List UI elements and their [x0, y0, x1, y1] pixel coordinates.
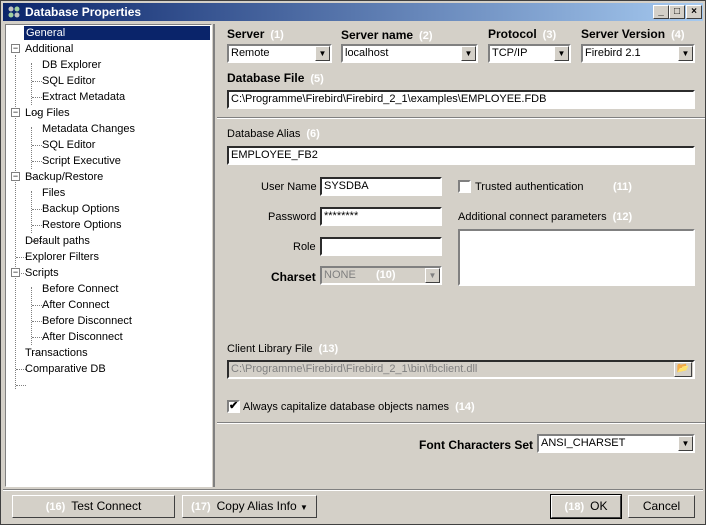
tree-item-log-files[interactable]: Log Files — [25, 106, 70, 120]
cancel-button[interactable]: Cancel — [628, 495, 695, 518]
tree-item-transactions[interactable]: Transactions — [25, 346, 88, 360]
tree-item-default-paths[interactable]: Default paths — [25, 234, 90, 248]
server-name-label: Server name (2) — [341, 28, 433, 42]
tree-item-backup-restore[interactable]: Backup/Restore — [25, 170, 103, 184]
chevron-down-icon[interactable]: ▼ — [461, 46, 476, 61]
client-library-label: Client Library File (13) — [227, 343, 339, 355]
tree-item-before-connect[interactable]: Before Connect — [42, 282, 118, 296]
tree-item-after-connect[interactable]: After Connect — [42, 298, 109, 312]
server-select[interactable]: Remote ▼ — [227, 44, 332, 63]
folder-open-icon[interactable]: 📂 — [674, 362, 692, 377]
server-version-label: Server Version (4) — [581, 27, 685, 41]
settings-tree[interactable]: − − − − General Additional DB Explorer S… — [5, 24, 212, 487]
chevron-down-icon[interactable]: ▼ — [554, 46, 569, 61]
tree-item-restore-options[interactable]: Restore Options — [42, 218, 121, 232]
tree-item-general[interactable]: General — [23, 25, 211, 41]
chevron-down-icon[interactable]: ▼ — [678, 46, 693, 61]
font-charset-label: Font Characters Set — [419, 438, 534, 452]
tree-item-comparative-db[interactable]: Comparative DB — [25, 362, 106, 376]
charset-select[interactable]: NONE (10) ▼ — [320, 266, 442, 285]
tree-item-scripts[interactable]: Scripts — [25, 266, 59, 280]
server-name-select[interactable]: localhost ▼ — [341, 44, 478, 63]
chevron-down-icon[interactable]: ▼ — [425, 268, 440, 283]
test-connect-button[interactable]: (16) Test Connect — [12, 495, 175, 518]
close-button[interactable]: × — [686, 5, 702, 19]
tree-item-metadata-changes[interactable]: Metadata Changes — [42, 122, 135, 136]
collapse-icon[interactable]: − — [11, 44, 20, 53]
tree-item-after-disconnect[interactable]: After Disconnect — [42, 330, 123, 344]
trusted-auth-number: (11) — [613, 181, 632, 193]
database-alias-label: Database Alias (6) — [227, 128, 320, 140]
tree-item-script-executive[interactable]: Script Executive — [42, 154, 121, 168]
charset-label: Charset — [271, 270, 316, 284]
tree-item-explorer-filters[interactable]: Explorer Filters — [25, 250, 99, 264]
trusted-auth-checkbox[interactable] — [458, 180, 471, 193]
database-properties-window: Database Properties _ □ × − − − − Genera… — [0, 0, 706, 525]
title-bar: Database Properties _ □ × — [3, 3, 703, 21]
additional-params-label: Additional connect parameters (12) — [458, 211, 633, 223]
chevron-down-icon[interactable]: ▼ — [678, 436, 693, 451]
protocol-select[interactable]: TCP/IP ▼ — [488, 44, 571, 63]
tree-item-log-sql-editor[interactable]: SQL Editor — [42, 138, 95, 152]
collapse-icon[interactable]: − — [11, 268, 20, 277]
capitalize-checkbox[interactable]: ✔ — [227, 400, 240, 413]
password-input[interactable]: ******** — [320, 207, 442, 226]
password-label: Password — [268, 211, 317, 223]
trusted-auth-label: Trusted authentication — [475, 181, 584, 193]
additional-params-textarea[interactable] — [458, 229, 695, 286]
tree-item-sql-editor[interactable]: SQL Editor — [42, 74, 95, 88]
charset-number: (10) — [376, 269, 396, 281]
divider — [3, 489, 703, 491]
role-label: Role — [293, 241, 316, 253]
font-charset-select[interactable]: ANSI_CHARSET ▼ — [537, 434, 695, 453]
ok-button[interactable]: (18) OK — [550, 494, 622, 519]
protocol-label: Protocol (3) — [488, 27, 557, 41]
divider — [217, 117, 705, 119]
database-alias-input[interactable]: EMPLOYEE_FB2 — [227, 146, 695, 165]
collapse-icon[interactable]: − — [11, 172, 20, 181]
role-input[interactable] — [320, 237, 442, 256]
server-version-select[interactable]: Firebird 2.1 ▼ — [581, 44, 695, 63]
splitter[interactable] — [213, 24, 215, 487]
database-file-input[interactable]: C:\Programme\Firebird\Firebird_2_1\examp… — [227, 90, 695, 109]
tree-item-extract-metadata[interactable]: Extract Metadata — [42, 90, 125, 104]
copy-alias-info-button[interactable]: (17) Copy Alias Info ▼ — [182, 495, 317, 518]
capitalize-label: Always capitalize database objects names… — [243, 401, 475, 413]
database-app-icon — [8, 6, 20, 18]
tree-item-before-disconnect[interactable]: Before Disconnect — [42, 314, 132, 328]
tree-item-files[interactable]: Files — [42, 186, 65, 200]
window-title: Database Properties — [25, 5, 142, 19]
maximize-button[interactable]: □ — [669, 5, 685, 19]
database-file-label: Database File (5) — [227, 71, 324, 85]
chevron-down-icon: ▼ — [300, 503, 308, 512]
tree-item-backup-options[interactable]: Backup Options — [42, 202, 120, 216]
tree-item-additional[interactable]: Additional — [25, 42, 73, 56]
chevron-down-icon[interactable]: ▼ — [315, 46, 330, 61]
divider — [217, 422, 705, 424]
minimize-button[interactable]: _ — [653, 5, 669, 19]
tree-item-db-explorer[interactable]: DB Explorer — [42, 58, 101, 72]
user-name-input[interactable]: SYSDBA — [320, 177, 442, 196]
user-name-label: User Name — [261, 181, 317, 193]
server-label: Server (1) — [227, 27, 284, 41]
collapse-icon[interactable]: − — [11, 108, 20, 117]
client-library-input[interactable]: C:\Programme\Firebird\Firebird_2_1\bin\f… — [227, 360, 695, 379]
